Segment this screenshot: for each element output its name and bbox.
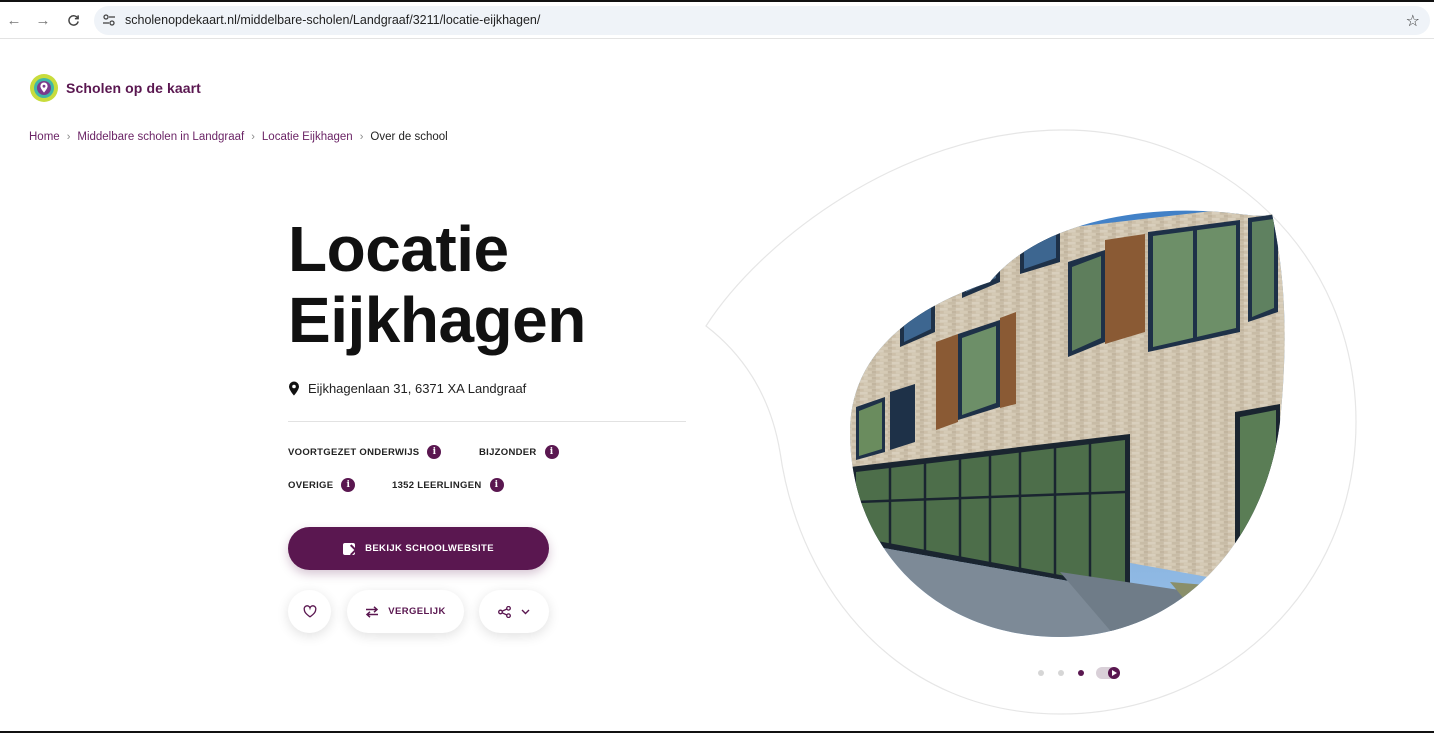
carousel-dot-1[interactable] [1038, 670, 1044, 676]
breadcrumb-locatie[interactable]: Locatie Eijkhagen [262, 131, 353, 143]
share-button[interactable] [479, 590, 549, 633]
site-settings-icon[interactable] [102, 13, 116, 27]
swap-arrows-icon [366, 605, 379, 618]
reload-icon[interactable] [62, 9, 84, 31]
site-logo[interactable]: Scholen op de kaart [29, 73, 201, 103]
page: ← → scholenopdekaart.nl/middelbare-schol… [0, 0, 1434, 733]
logo-mark-icon [30, 74, 58, 102]
carousel-dot-2[interactable] [1058, 670, 1064, 676]
bookmark-star-icon[interactable]: ☆ [1406, 11, 1420, 31]
tag-label: OVERIGE [288, 479, 334, 491]
tag-label: 1352 LEERLINGEN [392, 479, 482, 491]
button-label: BEKIJK SCHOOLWEBSITE [365, 543, 494, 554]
compare-button[interactable]: VERGELIJK [347, 590, 464, 633]
divider [288, 421, 686, 422]
chevron-right-icon: › [359, 131, 364, 143]
url-text: scholenopdekaart.nl/middelbare-scholen/L… [125, 13, 541, 27]
info-icon[interactable]: i [341, 478, 356, 492]
chevron-right-icon: › [251, 131, 255, 143]
chevron-right-icon: › [66, 131, 71, 143]
breadcrumb-current: Over de school [370, 131, 448, 143]
address-bar[interactable]: scholenopdekaart.nl/middelbare-scholen/L… [94, 6, 1430, 35]
title-line-2: Eijkhagen [288, 284, 586, 356]
breadcrumb: Home › Middelbare scholen in Landgraaf ›… [29, 131, 448, 143]
back-icon[interactable]: ← [3, 9, 25, 31]
info-icon[interactable]: i [544, 445, 559, 459]
breadcrumb-middelbare-scholen[interactable]: Middelbare scholen in Landgraaf [77, 131, 244, 143]
tag-bijzonder: BIJZONDER i [479, 445, 559, 459]
carousel-indicators [1038, 667, 1120, 679]
logo-text: Scholen op de kaart [66, 80, 201, 96]
tag-label: BIJZONDER [479, 446, 537, 458]
info-icon[interactable]: i [427, 445, 442, 459]
carousel-dot-3[interactable] [1078, 670, 1084, 676]
compare-label: VERGELIJK [388, 606, 446, 617]
favorite-button[interactable] [288, 590, 331, 633]
location-pin-icon [289, 381, 299, 396]
tag-voortgezet-onderwijs: VOORTGEZET ONDERWIJS i [288, 445, 442, 459]
tag-leerlingen: 1352 LEERLINGEN i [392, 478, 504, 492]
browser-toolbar: ← → scholenopdekaart.nl/middelbare-schol… [0, 2, 1434, 39]
forward-icon[interactable]: → [32, 9, 54, 31]
view-school-website-button[interactable]: BEKIJK SCHOOLWEBSITE [288, 527, 549, 570]
school-address: Eijkhagenlaan 31, 6371 XA Landgraaf [288, 381, 526, 396]
tag-label: VOORTGEZET ONDERWIJS [288, 446, 420, 458]
page-title: Locatie Eijkhagen [288, 214, 708, 356]
breadcrumb-home[interactable]: Home [29, 131, 60, 143]
heart-icon [303, 605, 316, 618]
school-photo-carousel[interactable] [700, 122, 1370, 722]
external-link-icon [343, 542, 356, 555]
chevron-down-icon [521, 609, 530, 614]
info-icon[interactable]: i [489, 478, 504, 492]
address-text: Eijkhagenlaan 31, 6371 XA Landgraaf [308, 381, 527, 396]
tag-overige: OVERIGE i [288, 478, 356, 492]
share-icon [498, 605, 511, 618]
title-line-1: Locatie [288, 213, 509, 285]
play-icon[interactable] [1096, 667, 1120, 679]
